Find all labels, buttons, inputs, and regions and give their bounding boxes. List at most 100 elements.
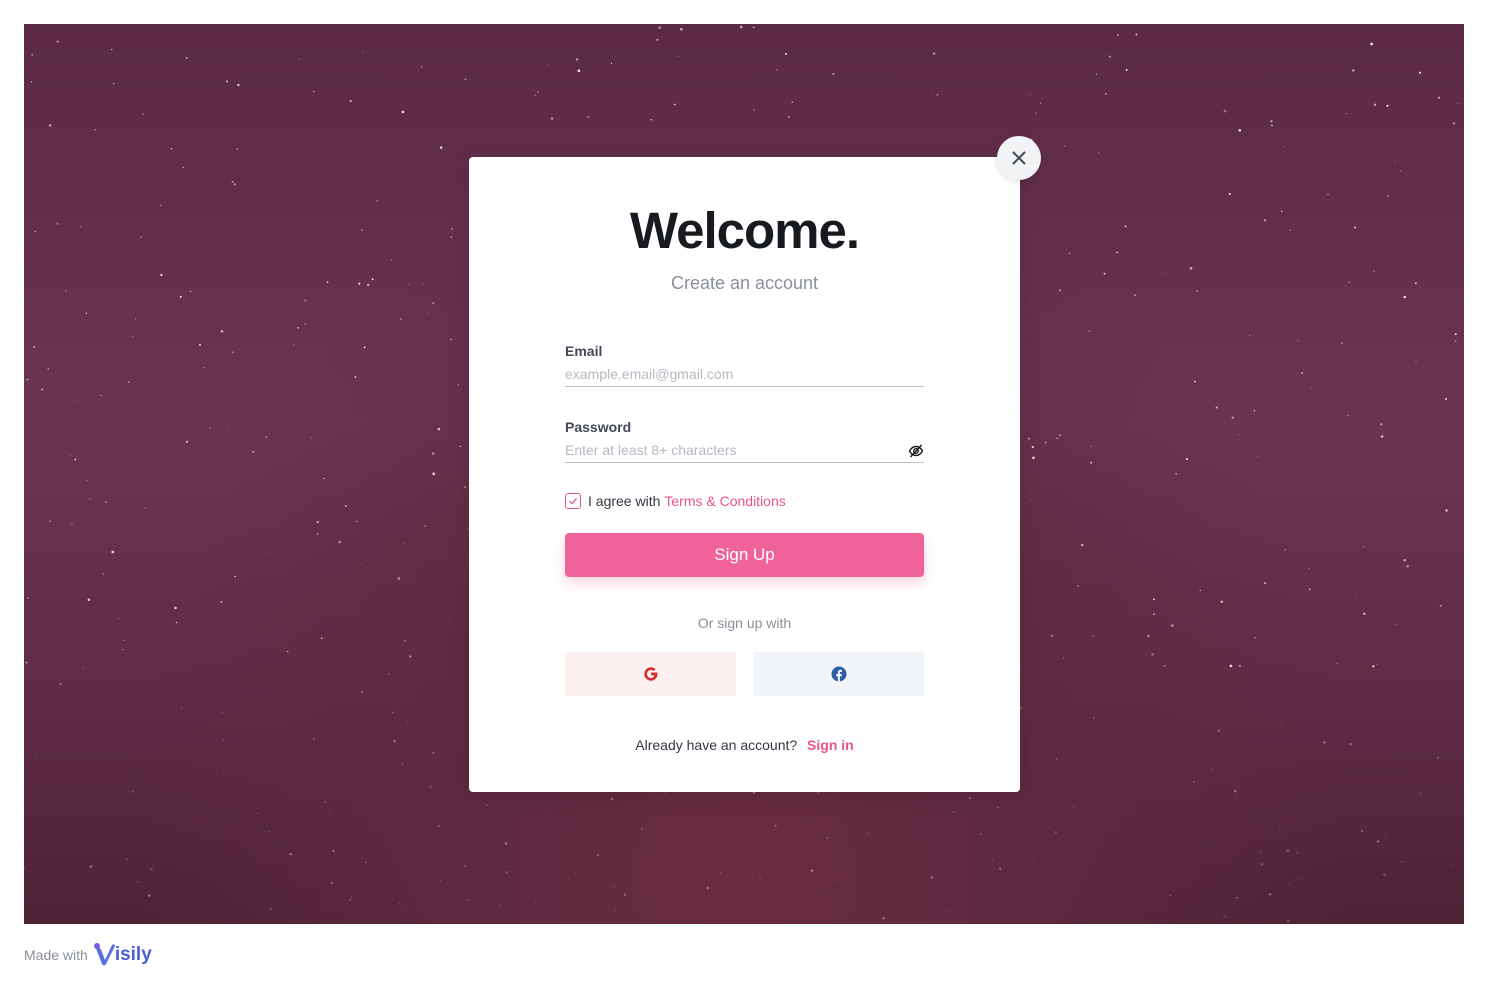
star <box>1439 604 1443 607</box>
star <box>1296 851 1299 854</box>
star <box>316 520 319 524</box>
star <box>1308 588 1311 591</box>
star <box>550 117 554 120</box>
star <box>1376 663 1379 666</box>
star <box>1281 210 1283 213</box>
modal-title: Welcome. <box>629 202 860 259</box>
google-signup-button[interactable] <box>565 652 736 696</box>
star <box>610 797 614 801</box>
star <box>1256 456 1258 458</box>
star <box>30 81 33 83</box>
star <box>952 811 955 813</box>
star <box>548 810 550 812</box>
star <box>71 524 73 526</box>
star <box>209 427 211 429</box>
star <box>999 867 1002 870</box>
star <box>450 338 452 341</box>
star <box>1029 499 1031 501</box>
star <box>464 865 467 868</box>
star <box>358 282 361 285</box>
star <box>24 867 25 869</box>
star <box>366 283 370 287</box>
star <box>1348 471 1350 473</box>
terms-checkbox[interactable] <box>565 493 581 509</box>
star <box>360 690 364 694</box>
star <box>1360 829 1363 832</box>
star <box>1117 34 1119 36</box>
star <box>1341 342 1343 344</box>
star <box>329 810 331 812</box>
star <box>422 283 424 285</box>
close-icon <box>1012 151 1026 165</box>
star <box>1310 387 1312 389</box>
star <box>321 637 323 639</box>
eye-slash-icon[interactable] <box>908 443 924 459</box>
star <box>1029 94 1031 96</box>
star <box>390 259 392 261</box>
star <box>759 876 762 879</box>
star <box>451 228 453 230</box>
star <box>185 440 189 444</box>
star <box>1249 334 1251 336</box>
star <box>450 236 453 239</box>
star <box>774 824 777 827</box>
star <box>404 908 406 910</box>
email-input[interactable] <box>565 361 924 387</box>
star <box>420 65 423 68</box>
star <box>65 290 67 292</box>
star <box>658 26 662 30</box>
star <box>1081 543 1084 547</box>
star <box>1050 634 1054 638</box>
star <box>1387 195 1389 197</box>
star <box>1352 69 1355 72</box>
star <box>401 763 403 765</box>
star <box>1394 161 1396 163</box>
star <box>174 606 177 610</box>
sign-in-link[interactable]: Sign in <box>807 737 854 753</box>
star <box>1260 851 1262 854</box>
star <box>33 346 36 348</box>
facebook-signup-button[interactable] <box>753 652 924 696</box>
star <box>1062 657 1065 659</box>
star <box>236 148 239 150</box>
password-input[interactable] <box>565 437 924 463</box>
star <box>1171 624 1174 627</box>
star <box>349 100 352 103</box>
star <box>1039 102 1042 104</box>
star <box>1349 742 1352 746</box>
google-icon <box>643 667 657 681</box>
star <box>623 893 627 896</box>
star <box>437 824 441 828</box>
star <box>1162 271 1164 273</box>
star <box>406 721 409 723</box>
star <box>1199 589 1202 592</box>
made-with-badge[interactable]: Made with isily <box>24 940 152 970</box>
star <box>1279 825 1281 827</box>
star <box>1185 457 1189 461</box>
sign-up-button[interactable]: Sign Up <box>565 533 924 577</box>
star <box>111 550 115 554</box>
star <box>148 894 151 897</box>
already-account-text: Already have an account? <box>635 737 798 753</box>
star <box>330 881 333 885</box>
star <box>1395 624 1397 625</box>
star <box>397 577 401 580</box>
agree-text: I agree with <box>588 493 661 509</box>
terms-link[interactable]: Terms & Conditions <box>664 493 785 509</box>
star <box>1238 434 1240 436</box>
star <box>1353 226 1357 229</box>
star <box>1032 456 1035 460</box>
star <box>231 180 234 183</box>
star <box>1436 756 1440 760</box>
star <box>56 222 59 225</box>
close-button[interactable] <box>997 136 1041 180</box>
star <box>1301 372 1304 374</box>
star <box>1253 409 1256 412</box>
star <box>1223 109 1227 113</box>
star <box>1229 664 1233 668</box>
star <box>1090 445 1092 448</box>
visily-v-icon <box>93 943 115 966</box>
star <box>56 40 60 44</box>
star <box>142 112 145 115</box>
star <box>1403 295 1407 299</box>
